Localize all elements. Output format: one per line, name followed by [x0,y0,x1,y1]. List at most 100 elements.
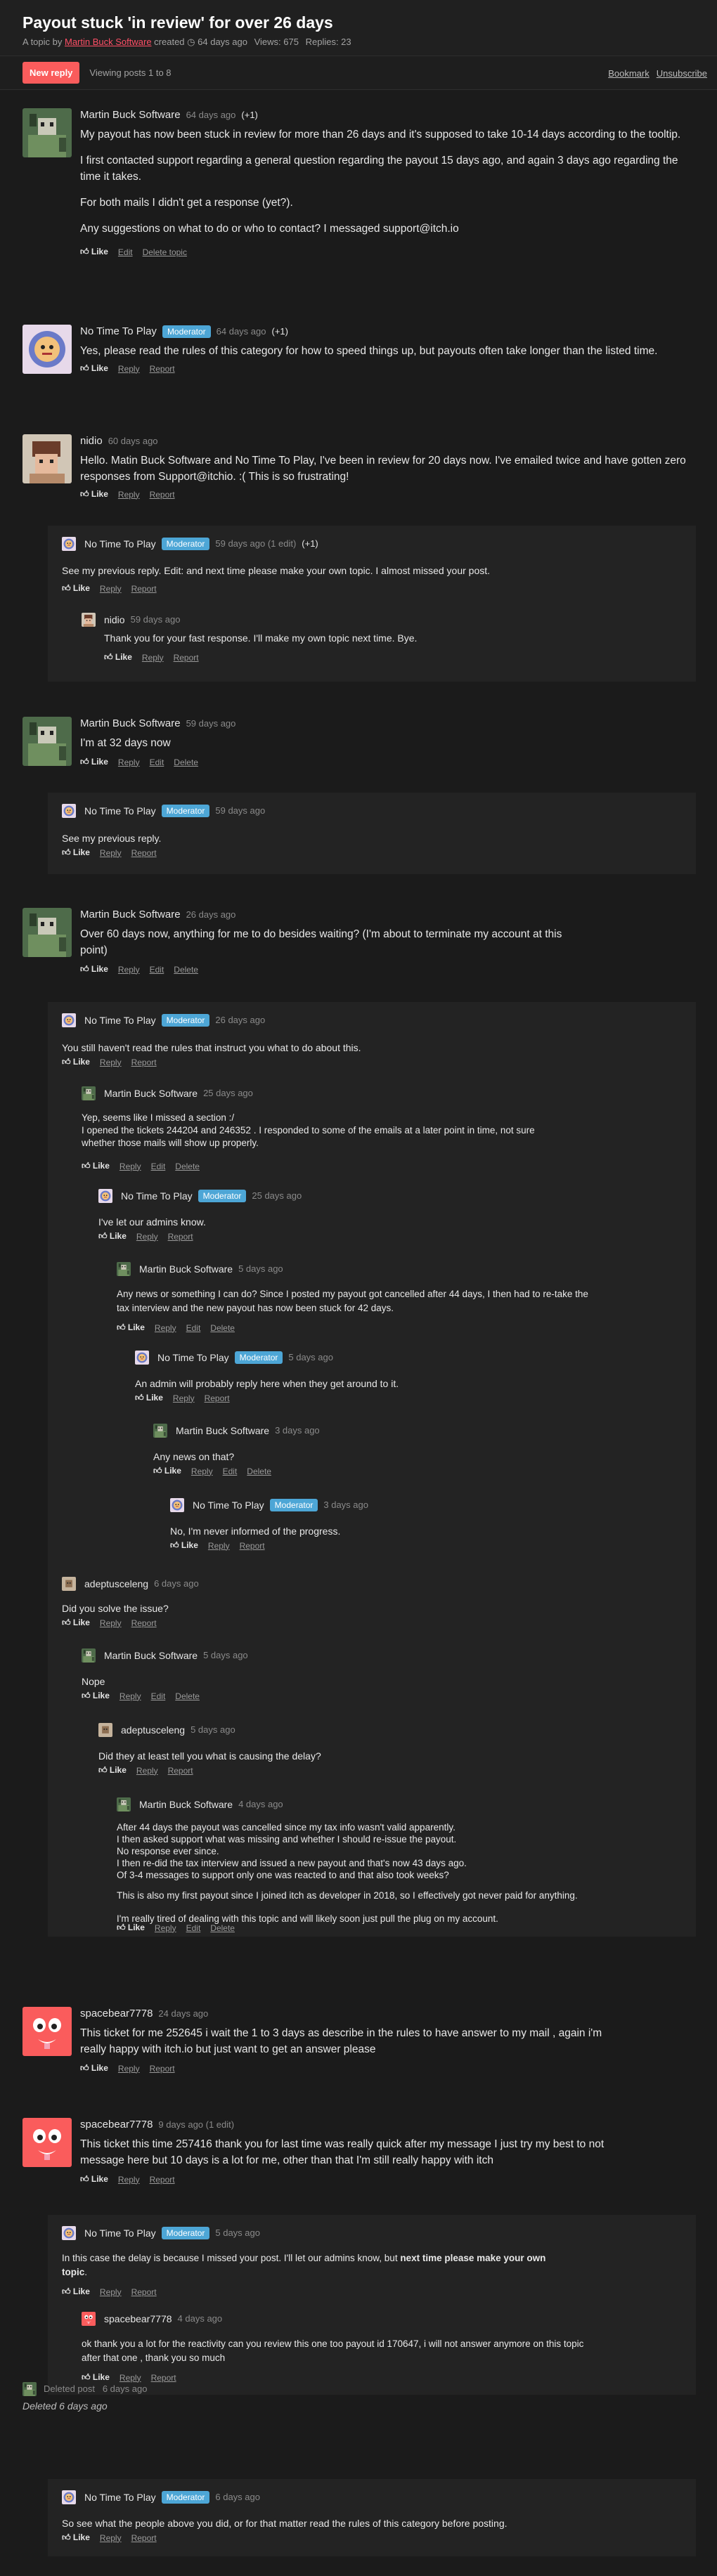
report-link[interactable]: Report [131,848,157,858]
post-author[interactable]: Martin Buck Software [80,908,181,922]
like-button[interactable]: 👍︎ Like [80,2063,108,2074]
like-button[interactable]: 👍︎ Like [62,2286,90,2297]
avatar[interactable] [22,717,72,766]
report-link[interactable]: Report [150,490,175,500]
post-author[interactable]: spacebear7778 [104,2312,172,2326]
like-button[interactable]: 👍︎ Like [80,964,108,975]
post-author[interactable]: No Time To Play [84,1013,156,1027]
report-link[interactable]: Report [150,364,175,374]
report-link[interactable]: Report [168,1232,193,1242]
reply-link[interactable]: Reply [118,364,140,374]
reply-link[interactable]: Reply [100,1618,122,1628]
avatar[interactable] [170,1498,184,1512]
new-reply-button[interactable]: New reply [22,62,80,84]
reply-link[interactable]: Reply [100,848,122,858]
post-date[interactable]: 4 days ago [178,2312,223,2326]
reply-link[interactable]: Reply [119,1691,141,1701]
avatar[interactable] [62,2226,76,2240]
like-button[interactable]: 👍︎ Like [117,1923,145,1933]
post-date[interactable]: 5 days ago [190,1723,235,1737]
like-button[interactable]: 👍︎ Like [98,1231,127,1242]
post-author[interactable]: No Time To Play [157,1351,229,1365]
edit-link[interactable]: Edit [186,1923,201,1933]
reply-link[interactable]: Reply [100,2287,122,2297]
edit-link[interactable]: Edit [223,1466,238,1476]
avatar[interactable] [62,1577,76,1591]
report-link[interactable]: Report [150,2064,175,2074]
reply-link[interactable]: Reply [118,2064,140,2074]
avatar[interactable] [135,1351,149,1365]
avatar[interactable] [22,108,72,157]
like-button[interactable]: 👍︎ Like [82,2372,110,2383]
post-author[interactable]: No Time To Play [84,537,156,551]
post-date[interactable]: 59 days ago [131,613,181,627]
post-author[interactable]: nidio [80,434,103,448]
reply-link[interactable]: Reply [100,2533,122,2543]
post-date[interactable]: 26 days ago [186,908,236,922]
reply-link[interactable]: Reply [119,1162,141,1171]
like-button[interactable]: 👍︎ Like [153,1466,181,1476]
unsubscribe-link[interactable]: Unsubscribe [657,68,707,79]
report-link[interactable]: Report [131,1058,157,1067]
post-date[interactable]: 9 days ago (1 edit) [158,2118,234,2132]
post-author[interactable]: No Time To Play [193,1498,264,1512]
post-author[interactable]: nidio [104,613,125,627]
delete-link[interactable]: Delete [174,965,198,975]
edit-link[interactable]: Edit [151,1162,166,1171]
post-author[interactable]: No Time To Play [84,2490,156,2504]
reply-link[interactable]: Reply [118,490,140,500]
like-button[interactable]: 👍︎ Like [98,1765,127,1776]
avatar[interactable] [22,2118,72,2167]
post-author[interactable]: Martin Buck Software [104,1086,198,1100]
post-date[interactable]: 5 days ago [215,2226,260,2240]
like-button[interactable]: 👍︎ Like [104,652,132,663]
post-date[interactable]: 59 days ago [215,804,265,818]
reply-link[interactable]: Reply [208,1541,230,1551]
report-link[interactable]: Report [151,2373,176,2383]
report-link[interactable]: Report [131,584,157,594]
post-author[interactable]: Martin Buck Software [176,1424,269,1438]
post-date[interactable]: 64 days ago [217,325,266,339]
post-author[interactable]: No Time To Play [84,804,156,818]
reply-link[interactable]: Reply [155,1323,176,1333]
reply-link[interactable]: Reply [118,2175,140,2185]
post-author[interactable]: adeptusceleng [121,1723,185,1737]
post-author[interactable]: spacebear7778 [80,2118,153,2132]
reply-link[interactable]: Reply [119,2373,141,2383]
report-link[interactable]: Report [168,1766,193,1776]
avatar[interactable] [117,1262,131,1276]
post-author[interactable]: No Time To Play [121,1189,193,1203]
like-button[interactable]: 👍︎ Like [117,1322,145,1333]
reply-link[interactable]: Reply [118,757,140,767]
like-button[interactable]: 👍︎ Like [82,1161,110,1171]
reply-link[interactable]: Reply [118,965,140,975]
avatar[interactable] [22,908,72,957]
edit-link[interactable]: Edit [118,247,133,257]
like-button[interactable]: 👍︎ Like [80,489,108,500]
post-date[interactable]: 3 days ago [323,1498,368,1512]
avatar[interactable] [22,2007,72,2056]
avatar[interactable] [62,1013,76,1027]
post-author[interactable]: Martin Buck Software [139,1262,233,1276]
avatar[interactable] [62,804,76,818]
topic-author-link[interactable]: Martin Buck Software [65,37,152,47]
report-link[interactable]: Report [174,653,199,663]
post-author[interactable]: No Time To Play [80,325,157,339]
like-button[interactable]: 👍︎ Like [62,1057,90,1067]
reply-link[interactable]: Reply [100,1058,122,1067]
like-button[interactable]: 👍︎ Like [80,2174,108,2185]
avatar[interactable] [98,1189,112,1203]
avatar[interactable] [22,325,72,374]
avatar[interactable] [82,613,96,627]
avatar[interactable] [22,434,72,483]
reply-link[interactable]: Reply [155,1923,176,1933]
delete-link[interactable]: Delete [210,1923,235,1933]
like-button[interactable]: 👍︎ Like [62,847,90,858]
avatar[interactable] [153,1424,167,1438]
avatar[interactable] [62,537,76,551]
post-date[interactable]: 4 days ago [238,1797,283,1811]
avatar[interactable] [62,2490,76,2504]
reply-link[interactable]: Reply [136,1232,158,1242]
post-author[interactable]: spacebear7778 [80,2007,153,2021]
post-author[interactable]: Martin Buck Software [80,108,181,122]
